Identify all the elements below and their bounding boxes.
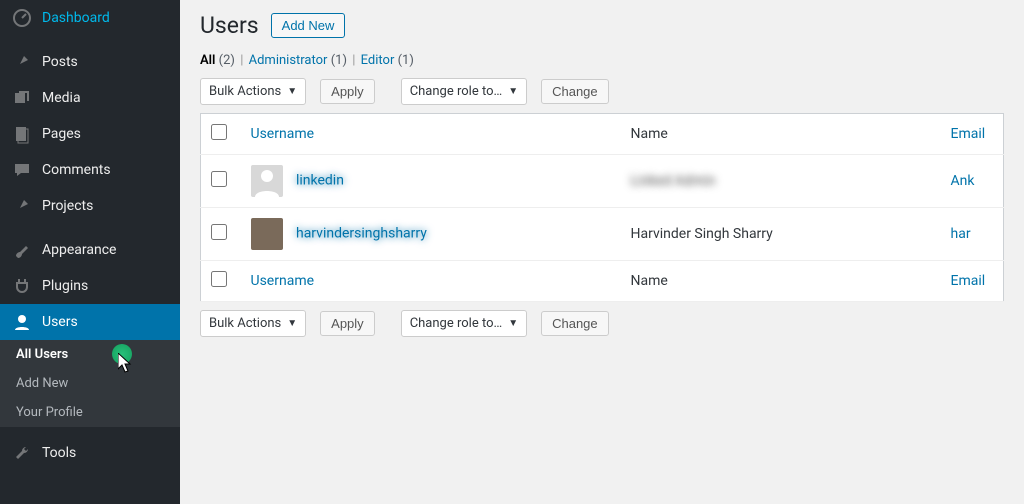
avatar xyxy=(251,218,283,250)
sidebar-item-plugins[interactable]: Plugins xyxy=(0,268,180,304)
user-email[interactable]: Ank xyxy=(951,173,975,189)
change-role-select-bottom[interactable]: Change role to…▼ xyxy=(401,310,527,337)
tablenav-bottom: Bulk Actions▼ Apply Change role to…▼ Cha… xyxy=(200,310,1004,337)
col-name-footer[interactable]: Name xyxy=(621,261,941,302)
sidebar-label: Tools xyxy=(42,445,76,461)
add-new-button[interactable]: Add New xyxy=(271,13,346,38)
tablenav-top: Bulk Actions▼ Apply Change role to…▼ Cha… xyxy=(200,78,1004,105)
wrench-icon xyxy=(12,443,32,463)
select-all-checkbox[interactable] xyxy=(211,124,227,140)
caret-down-icon: ▼ xyxy=(508,86,518,97)
sidebar-item-pages[interactable]: Pages xyxy=(0,116,180,152)
submenu-all-users[interactable]: All Users xyxy=(0,340,180,369)
sidebar-item-projects[interactable]: Projects xyxy=(0,188,180,224)
role-filters: All (2) | Administrator (1) | Editor (1) xyxy=(200,53,1004,68)
dashboard-icon xyxy=(12,8,32,28)
sidebar-item-media[interactable]: Media xyxy=(0,80,180,116)
sidebar-item-posts[interactable]: Posts xyxy=(0,44,180,80)
change-button[interactable]: Change xyxy=(541,79,609,104)
col-username-footer[interactable]: Username xyxy=(251,273,315,289)
sidebar-item-appearance[interactable]: Appearance xyxy=(0,232,180,268)
sidebar-label: Appearance xyxy=(42,242,116,258)
table-row: harvindersinghsharry Harvinder Singh Sha… xyxy=(201,208,1004,261)
sidebar-label: Users xyxy=(42,314,78,330)
row-checkbox[interactable] xyxy=(211,224,227,240)
username-link[interactable]: harvindersinghsharry xyxy=(296,226,427,242)
pages-icon xyxy=(12,124,32,144)
caret-down-icon: ▼ xyxy=(508,318,518,329)
submenu-add-new[interactable]: Add New xyxy=(0,369,180,398)
table-row: linkedin Linked Admin Ank xyxy=(201,155,1004,208)
apply-button-bottom[interactable]: Apply xyxy=(320,311,375,336)
caret-down-icon: ▼ xyxy=(287,318,297,329)
bulk-actions-select-bottom[interactable]: Bulk Actions▼ xyxy=(200,310,306,337)
filter-administrator[interactable]: Administrator xyxy=(249,53,328,68)
select-all-checkbox-footer[interactable] xyxy=(211,271,227,287)
col-email-footer[interactable]: Email xyxy=(951,273,986,289)
username-link[interactable]: linkedin xyxy=(296,173,344,189)
user-name: Linked Admin xyxy=(631,173,716,189)
sidebar-label: Comments xyxy=(42,162,111,178)
main-content: Users Add New All (2) | Administrator (1… xyxy=(180,0,1024,504)
change-button-bottom[interactable]: Change xyxy=(541,311,609,336)
col-email-header[interactable]: Email xyxy=(951,126,986,142)
sidebar-label: Projects xyxy=(42,198,93,214)
sidebar-item-dashboard[interactable]: Dashboard xyxy=(0,0,180,36)
pin-icon xyxy=(12,196,32,216)
sidebar-label: Posts xyxy=(42,54,78,70)
row-checkbox[interactable] xyxy=(211,171,227,187)
user-email[interactable]: har xyxy=(951,226,971,242)
sidebar-item-comments[interactable]: Comments xyxy=(0,152,180,188)
user-name: Harvinder Singh Sharry xyxy=(621,208,941,261)
avatar xyxy=(251,165,283,197)
change-role-select[interactable]: Change role to…▼ xyxy=(401,78,527,105)
filter-all[interactable]: All xyxy=(200,53,215,68)
submenu-your-profile[interactable]: Your Profile xyxy=(0,398,180,427)
sidebar-submenu: All Users Add New Your Profile xyxy=(0,340,180,427)
sidebar-item-users[interactable]: Users xyxy=(0,304,180,340)
sidebar-label: Dashboard xyxy=(42,10,110,26)
users-table: Username Name Email linkedin Linked Admi… xyxy=(200,113,1004,302)
user-icon xyxy=(12,312,32,332)
filter-editor-count: (1) xyxy=(398,53,414,68)
filter-administrator-count: (1) xyxy=(331,53,347,68)
bulk-actions-select[interactable]: Bulk Actions▼ xyxy=(200,78,306,105)
sidebar-label: Pages xyxy=(42,126,81,142)
admin-sidebar: Dashboard Posts Media Pages Comments Pro… xyxy=(0,0,180,504)
pin-icon xyxy=(12,52,32,72)
sidebar-label: Media xyxy=(42,90,81,106)
col-username-header[interactable]: Username xyxy=(251,126,315,142)
media-icon xyxy=(12,88,32,108)
page-title: Users xyxy=(200,12,259,39)
filter-all-count: (2) xyxy=(219,53,235,68)
col-name-header[interactable]: Name xyxy=(621,114,941,155)
apply-button[interactable]: Apply xyxy=(320,79,375,104)
brush-icon xyxy=(12,240,32,260)
filter-editor[interactable]: Editor xyxy=(361,53,395,68)
sidebar-item-tools[interactable]: Tools xyxy=(0,435,180,471)
comment-icon xyxy=(12,160,32,180)
plug-icon xyxy=(12,276,32,296)
caret-down-icon: ▼ xyxy=(287,86,297,97)
sidebar-label: Plugins xyxy=(42,278,88,294)
